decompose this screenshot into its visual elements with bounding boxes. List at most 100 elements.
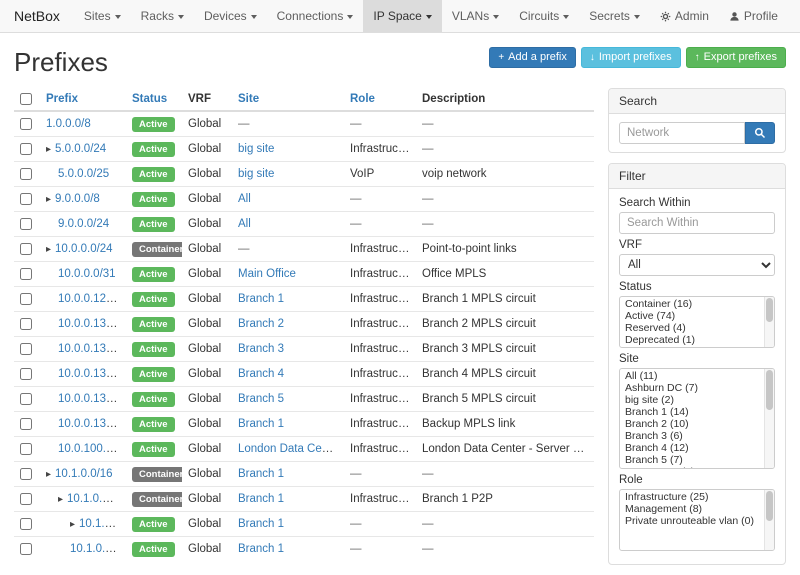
row-checkbox[interactable] xyxy=(20,118,32,130)
column-header-site[interactable]: Site xyxy=(238,93,259,105)
filter-option[interactable]: Branch 1 (14) xyxy=(620,406,774,418)
filter-option[interactable]: Deprecated (1) xyxy=(620,334,774,346)
column-header-role[interactable]: Role xyxy=(350,93,375,105)
expand-caret-icon[interactable]: ▸ xyxy=(46,244,51,255)
nav-item-profile[interactable]: Profile xyxy=(719,0,788,32)
prefix-link[interactable]: 10.0.0.130/31 xyxy=(58,318,126,330)
site-link[interactable]: Branch 5 xyxy=(238,393,284,405)
site-listbox[interactable]: All (11)Ashburn DC (7)big site (2)Branch… xyxy=(619,368,775,469)
row-checkbox[interactable] xyxy=(20,393,32,405)
prefix-link[interactable]: 10.0.0.136/31 xyxy=(58,393,126,405)
column-header-prefix[interactable]: Prefix xyxy=(46,93,78,105)
prefix-link[interactable]: 10.0.0.138/31 xyxy=(58,418,126,430)
status-listbox[interactable]: Container (16)Active (74)Reserved (4)Dep… xyxy=(619,296,775,348)
expand-caret-icon[interactable]: ▸ xyxy=(46,144,51,155)
filter-option[interactable]: big site (2) xyxy=(620,394,774,406)
expand-caret-icon[interactable]: ▸ xyxy=(46,469,51,480)
site-link[interactable]: Branch 1 xyxy=(238,493,284,505)
site-link[interactable]: London Data Center xyxy=(238,443,342,455)
filter-option[interactable]: Private unrouteable vlan (0) xyxy=(620,515,774,527)
nav-item-sites[interactable]: Sites xyxy=(74,0,131,32)
prefix-link[interactable]: 10.0.100.0/24 xyxy=(58,443,126,455)
add-prefix-button[interactable]: + Add a prefix xyxy=(489,47,576,68)
prefix-link[interactable]: 9.0.0.0/24 xyxy=(58,218,109,230)
site-link[interactable]: Branch 1 xyxy=(238,418,284,430)
prefix-link[interactable]: 10.1.0.0/16 xyxy=(55,468,113,480)
row-checkbox[interactable] xyxy=(20,193,32,205)
row-checkbox[interactable] xyxy=(20,343,32,355)
row-checkbox[interactable] xyxy=(20,493,32,505)
site-link[interactable]: All xyxy=(238,218,251,230)
column-header-status[interactable]: Status xyxy=(132,93,167,105)
site-link[interactable]: Branch 1 xyxy=(238,293,284,305)
filter-option[interactable]: Branch 3 (6) xyxy=(620,430,774,442)
select-all-checkbox[interactable] xyxy=(20,93,32,105)
prefix-link[interactable]: 10.1.0.0/24 xyxy=(67,493,125,505)
row-checkbox[interactable] xyxy=(20,518,32,530)
filter-option[interactable]: Ashburn DC (7) xyxy=(620,382,774,394)
site-link[interactable]: big site xyxy=(238,143,274,155)
filter-option[interactable]: Active (74) xyxy=(620,310,774,322)
prefix-link[interactable]: 10.0.0.134/31 xyxy=(58,368,126,380)
expand-caret-icon[interactable]: ▸ xyxy=(58,494,63,505)
site-link[interactable]: Branch 1 xyxy=(238,468,284,480)
search-input[interactable] xyxy=(619,122,745,144)
search-button[interactable] xyxy=(745,122,775,144)
nav-item-admin[interactable]: Admin xyxy=(650,0,719,32)
scrollbar[interactable] xyxy=(764,369,774,468)
prefix-link[interactable]: 5.0.0.0/24 xyxy=(55,143,106,155)
scrollbar[interactable] xyxy=(764,490,774,550)
prefix-link[interactable]: 10.1.0.0/26 xyxy=(70,543,126,555)
row-checkbox[interactable] xyxy=(20,318,32,330)
row-checkbox[interactable] xyxy=(20,293,32,305)
expand-caret-icon[interactable]: ▸ xyxy=(46,194,51,205)
row-checkbox[interactable] xyxy=(20,418,32,430)
prefix-link[interactable]: 10.1.0.0/25 xyxy=(79,518,126,530)
expand-caret-icon[interactable]: ▸ xyxy=(70,519,75,530)
import-prefixes-button[interactable]: ↓ Import prefixes xyxy=(581,47,681,68)
site-link[interactable]: Branch 2 xyxy=(238,318,284,330)
row-checkbox[interactable] xyxy=(20,168,32,180)
nav-item-racks[interactable]: Racks xyxy=(131,0,194,32)
site-link[interactable]: Branch 3 xyxy=(238,343,284,355)
row-checkbox[interactable] xyxy=(20,443,32,455)
row-checkbox[interactable] xyxy=(20,218,32,230)
filter-option[interactable]: Branch 5 (7) xyxy=(620,454,774,466)
nav-item-connections[interactable]: Connections xyxy=(267,0,364,32)
filter-option[interactable]: Container (16) xyxy=(620,298,774,310)
site-link[interactable]: Branch 1 xyxy=(238,518,284,530)
nav-item-circuits[interactable]: Circuits xyxy=(509,0,579,32)
prefix-link[interactable]: 5.0.0.0/25 xyxy=(58,168,109,180)
prefix-link[interactable]: 10.0.0.128/31 xyxy=(58,293,126,305)
prefix-link[interactable]: 10.0.0.0/24 xyxy=(55,243,113,255)
prefix-link[interactable]: 9.0.0.0/8 xyxy=(55,193,100,205)
site-link[interactable]: Main Office xyxy=(238,268,296,280)
nav-item-ip-space[interactable]: IP Space xyxy=(363,0,441,32)
row-checkbox[interactable] xyxy=(20,268,32,280)
role-listbox[interactable]: Infrastructure (25)Management (8)Private… xyxy=(619,489,775,551)
prefix-link[interactable]: 10.0.0.132/31 xyxy=(58,343,126,355)
row-checkbox[interactable] xyxy=(20,543,32,555)
site-link[interactable]: big site xyxy=(238,168,274,180)
prefix-link[interactable]: 1.0.0.0/8 xyxy=(46,118,91,130)
site-link[interactable]: Branch 1 xyxy=(238,543,284,555)
row-checkbox[interactable] xyxy=(20,243,32,255)
export-prefixes-button[interactable]: ↑ Export prefixes xyxy=(686,47,786,68)
app-logo[interactable]: NetBox xyxy=(0,0,74,32)
search-within-input[interactable] xyxy=(619,212,775,234)
row-checkbox[interactable] xyxy=(20,368,32,380)
vrf-select[interactable]: All xyxy=(619,254,775,276)
site-link[interactable]: Branch 4 xyxy=(238,368,284,380)
filter-option[interactable]: Management (8) xyxy=(620,503,774,515)
filter-option[interactable]: Branch 2 (10) xyxy=(620,418,774,430)
filter-option[interactable]: Reserved (4) xyxy=(620,322,774,334)
row-checkbox[interactable] xyxy=(20,468,32,480)
filter-option[interactable]: COLO-1 24 (4) xyxy=(620,466,774,469)
filter-option[interactable]: All (11) xyxy=(620,370,774,382)
row-checkbox[interactable] xyxy=(20,143,32,155)
filter-option[interactable]: Infrastructure (25) xyxy=(620,491,774,503)
scrollbar[interactable] xyxy=(764,297,774,347)
nav-item-secrets[interactable]: Secrets xyxy=(579,0,650,32)
nav-item-logout[interactable]: Log out xyxy=(788,0,800,32)
filter-option[interactable]: Branch 4 (12) xyxy=(620,442,774,454)
